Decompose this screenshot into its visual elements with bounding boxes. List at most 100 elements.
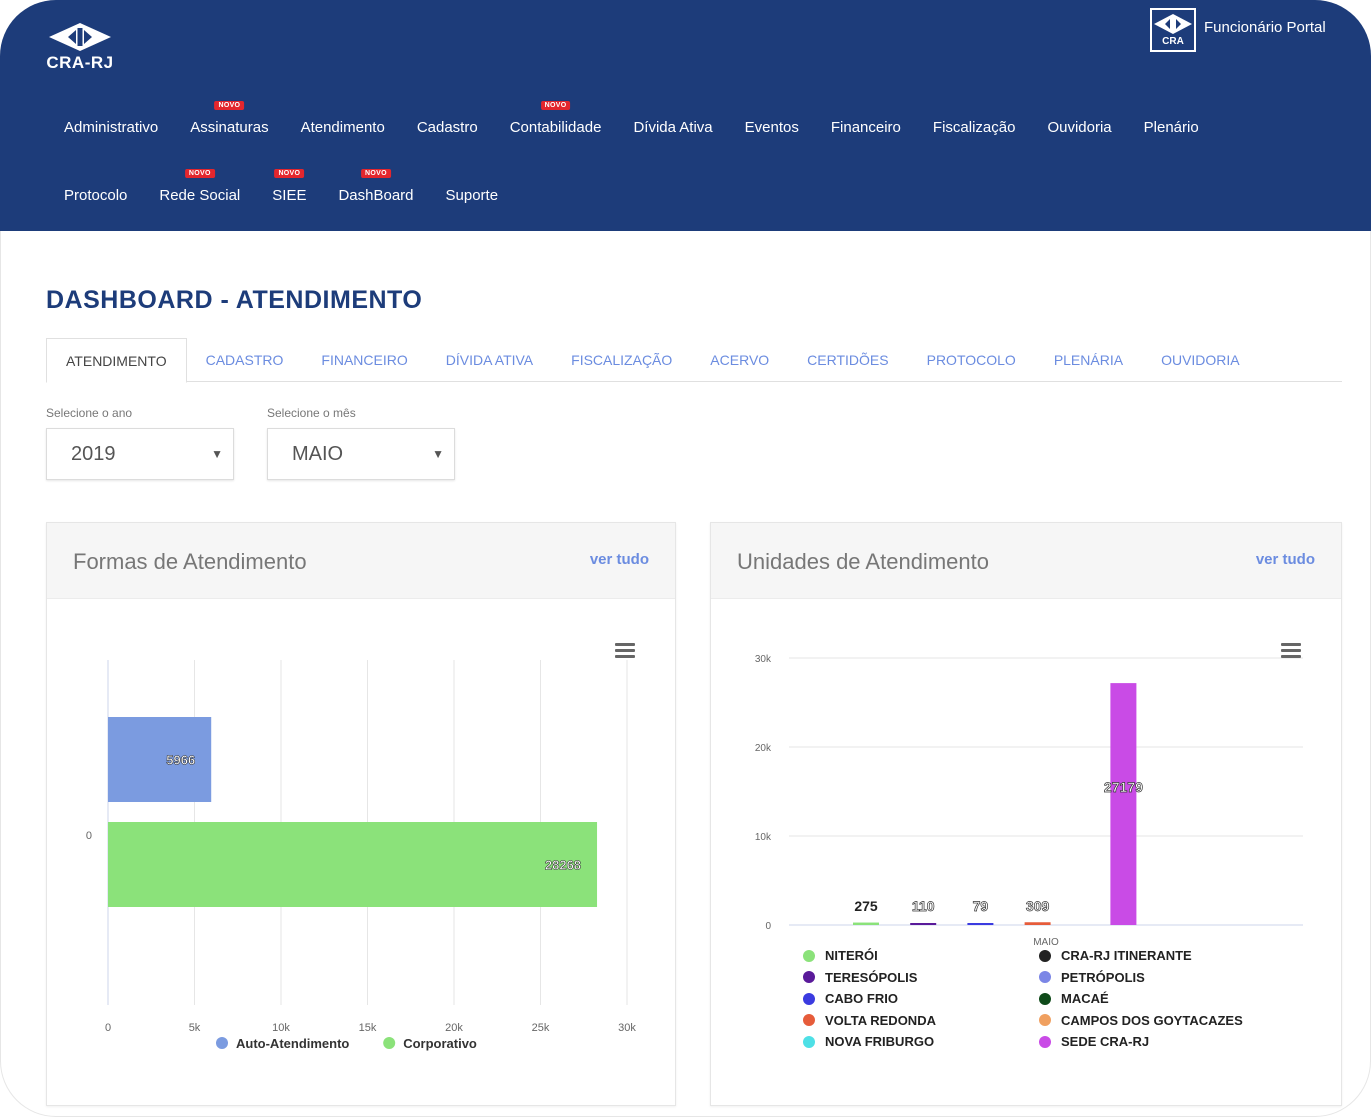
month-select[interactable]: MAIO ▼ [267, 428, 455, 480]
main-menu-row-2: Protocolo NOVO Rede Social NOVO SIEE NOVO D… [48, 168, 515, 212]
x-tick-label: 30k [618, 1022, 636, 1034]
chart-menu-icon[interactable] [1281, 643, 1301, 659]
legend-item[interactable]: NITERÓI [803, 945, 1039, 967]
data-label: 79 [973, 898, 989, 914]
legend-item[interactable]: SEDE CRA-RJ [1039, 1031, 1323, 1053]
ver-tudo-link[interactable]: ver tudo [1256, 551, 1315, 568]
portal-label: Funcionário Portal [1204, 18, 1326, 36]
data-label: 110 [912, 898, 935, 914]
data-label: 275 [854, 898, 878, 914]
tab-acervo[interactable]: ACERVO [691, 338, 788, 381]
year-select[interactable]: 2019 ▼ [46, 428, 234, 480]
page-title: DASHBOARD - ATENDIMENTO [46, 286, 423, 314]
nav-item-rede-social[interactable]: NOVO Rede Social [143, 168, 256, 204]
dashboard-tabs: ATENDIMENTO CADASTRO FINANCEIRO DÍVIDA A… [46, 338, 1342, 383]
nav-item-financeiro[interactable]: Financeiro [815, 119, 917, 136]
tab-atendimento[interactable]: ATENDIMENTO [46, 338, 187, 383]
cra-portal-icon: CRA [1150, 8, 1196, 52]
legend-label: NITERÓI [825, 948, 878, 964]
legend-label: VOLTA REDONDA [825, 1012, 936, 1028]
legend-dot [803, 992, 815, 1005]
legend-item[interactable]: MACAÉ [1039, 988, 1323, 1010]
legend-item[interactable]: CABO FRIO [803, 988, 1039, 1010]
x-tick-label: 20k [445, 1022, 463, 1034]
nav-badge: NOVO [540, 100, 571, 110]
bar-teres-polis [910, 923, 937, 925]
legend-dot [1039, 1035, 1051, 1048]
nav-item-atendimento[interactable]: Atendimento [285, 119, 401, 136]
nav-item-ouvidoria[interactable]: Ouvidoria [1031, 119, 1127, 136]
portal-link[interactable]: CRA Funcionário Portal [1150, 8, 1326, 52]
legend-item[interactable]: PETRÓPOLIS [1039, 967, 1323, 989]
month-select-value: MAIO [292, 442, 344, 465]
nav-item-assinaturas[interactable]: NOVO Assinaturas [174, 100, 284, 136]
panel-title: Unidades de Atendimento [737, 549, 989, 574]
nav-item-protocolo[interactable]: Protocolo [48, 187, 143, 204]
legend-label: CABO FRIO [825, 991, 898, 1007]
legend-item[interactable]: CAMPOS DOS GOYTACAZES [1039, 1010, 1323, 1032]
tab-certidoes[interactable]: CERTIDÕES [788, 338, 907, 381]
bar-auto-atendimento [108, 717, 212, 802]
legend-label: NOVA FRIBURGO [825, 1034, 935, 1050]
nav-item-cadastro[interactable]: Cadastro [401, 119, 494, 136]
panel-header: Unidades de Atendimento ver tudo [711, 523, 1341, 599]
bar-sede-cra-rj [1110, 683, 1137, 925]
y-tick-label: 30k [755, 654, 772, 665]
legend-label: CAMPOS DOS GOYTACAZES [1061, 1012, 1243, 1028]
bar-corporativo [108, 822, 598, 907]
legend-label: CRA-RJ ITINERANTE [1061, 948, 1192, 964]
nav-item-siee[interactable]: NOVO SIEE [256, 168, 322, 204]
nav-item-dashboard[interactable]: NOVO DashBoard [322, 168, 429, 204]
ver-tudo-link[interactable]: ver tudo [590, 551, 649, 568]
legend-item[interactable]: TERESÓPOLIS [803, 967, 1039, 989]
y-tick-label: 0 [765, 921, 771, 932]
panel-title: Formas de Atendimento [73, 549, 307, 574]
nav-item-plenario[interactable]: Plenário [1128, 119, 1215, 136]
data-label: 28268 [545, 858, 581, 873]
legend-label: PETRÓPOLIS [1061, 969, 1145, 985]
legend-item[interactable]: VOLTA REDONDA [803, 1010, 1039, 1032]
tab-fiscalizacao[interactable]: FISCALIZAÇÃO [552, 338, 691, 381]
tab-divida-ativa[interactable]: DÍVIDA ATIVA [427, 338, 552, 381]
formas-atendimento-chart: 0 5k 10k 15k 20k 25k 30k 0 5966 28268 Auto-Atendim… [86, 660, 636, 1051]
nav-item-eventos[interactable]: Eventos [729, 119, 815, 136]
tab-cadastro[interactable]: CADASTRO [187, 338, 303, 381]
legend-label: MACAÉ [1061, 991, 1109, 1007]
legend-label: SEDE CRA-RJ [1061, 1034, 1150, 1050]
nav-item-contabilidade[interactable]: NOVO Contabilidade [494, 100, 618, 136]
legend-dot [803, 949, 815, 962]
year-select-value: 2019 [71, 442, 116, 465]
x-tick-label: 15k [359, 1022, 377, 1034]
legend-dot [1039, 949, 1051, 962]
tab-protocolo[interactable]: PROTOCOLO [908, 338, 1035, 381]
month-filter: Selecione o mês MAIO ▼ [267, 406, 455, 480]
nav-item-fiscalizacao[interactable]: Fiscalização [917, 119, 1032, 136]
data-label: 27179 [1104, 779, 1143, 795]
legend-item[interactable]: NOVA FRIBURGO [803, 1031, 1039, 1053]
unidades-legend: NITERÓI CRA-RJ ITINERANTE TERESÓPOLIS PETRÓ… [803, 945, 1323, 1053]
nav-item-suporte[interactable]: Suporte [430, 187, 515, 204]
legend-dot [1039, 971, 1051, 984]
year-filter: Selecione o ano 2019 ▼ [46, 406, 234, 480]
year-select-label: Selecione o ano [46, 406, 133, 420]
app-window: CRA-RJ CRA Funcionário Portal Administra… [0, 0, 1371, 1117]
tab-financeiro[interactable]: FINANCEIRO [302, 338, 426, 381]
nav-item-divida-ativa[interactable]: Dívida Ativa [617, 119, 728, 136]
cra-rj-logo[interactable]: CRA-RJ [44, 22, 116, 74]
chart-menu-icon[interactable] [615, 643, 635, 659]
unidades-atendimento-panel: Unidades de Atendimento ver tudo 0 10k 20k… [710, 522, 1342, 1106]
formas-atendimento-panel: Formas de Atendimento ver tudo 0 5k 10k 15k… [46, 522, 676, 1106]
top-navigation-bar: CRA-RJ CRA Funcionário Portal Administra… [0, 0, 1371, 231]
nav-item-administrativo[interactable]: Administrativo [48, 119, 174, 136]
legend-item[interactable]: CRA-RJ ITINERANTE [1039, 945, 1323, 967]
nav-badge: NOVO [361, 168, 391, 178]
legend-dot [1039, 992, 1051, 1005]
legend-label: Corporativo [403, 1036, 477, 1051]
nav-badge: NOVO [184, 168, 215, 178]
tab-plenaria[interactable]: PLENÁRIA [1035, 338, 1142, 381]
tab-ouvidoria[interactable]: OUVIDORIA [1142, 338, 1259, 381]
y-category-label: 0 [86, 830, 92, 842]
month-select-label: Selecione o mês [267, 406, 356, 420]
legend-dot [1039, 1014, 1051, 1027]
bar-niter-i [853, 922, 879, 925]
